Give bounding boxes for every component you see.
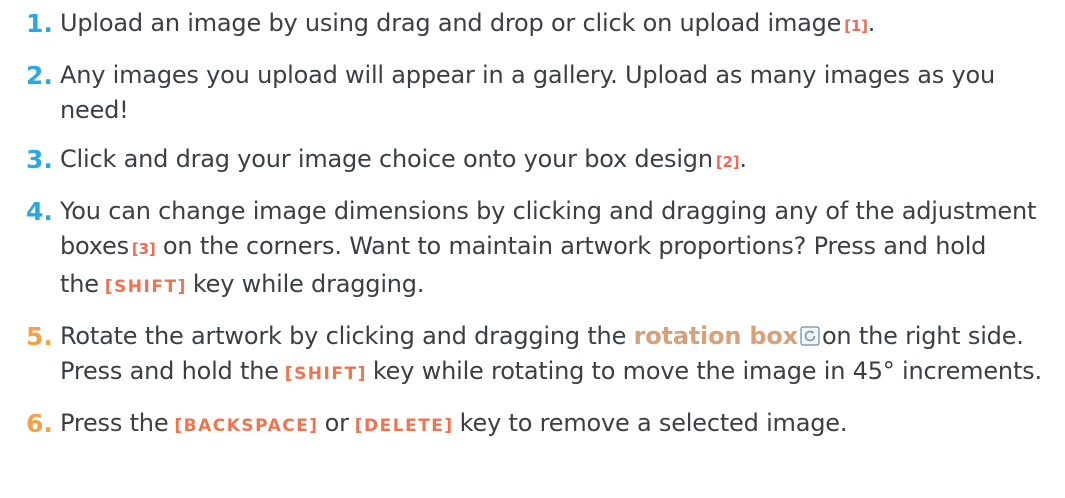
list-item: 1. Upload an image by using drag and dro… bbox=[26, 6, 1056, 44]
step-number: 6. bbox=[26, 409, 53, 438]
reference-marker: [1] bbox=[844, 17, 868, 35]
instructions-list: 1. Upload an image by using drag and dro… bbox=[0, 0, 1056, 444]
step-text-part: key while dragging. bbox=[192, 270, 425, 298]
rotation-box-label: rotation box bbox=[633, 322, 799, 350]
list-item: 2. Any images you upload will appear in … bbox=[26, 58, 1056, 128]
step-text-part: key while rotating to move the image in … bbox=[372, 357, 1042, 385]
step-text: Click and drag your image choice onto yo… bbox=[60, 142, 1056, 180]
step-text-part: Any images you upload will appear in a g… bbox=[60, 61, 995, 124]
step-text: Rotate the artwork by clicking and dragg… bbox=[60, 319, 1056, 392]
step-number: 4. bbox=[26, 197, 53, 226]
delete-key-label: [DELETE] bbox=[354, 416, 454, 436]
step-number: 1. bbox=[26, 9, 53, 38]
step-number: 3. bbox=[26, 145, 53, 174]
step-number: 5. bbox=[26, 322, 53, 351]
backspace-key-label: [BACKSPACE] bbox=[174, 416, 319, 436]
step-text-part: Rotate the artwork by clicking and dragg… bbox=[60, 322, 627, 350]
step-text-part: Upload an image by using drag and drop o… bbox=[60, 9, 842, 37]
step-text-part: . bbox=[867, 9, 876, 37]
step-text-part: Click and drag your image choice onto yo… bbox=[60, 145, 713, 173]
step-text-part: or bbox=[324, 409, 349, 437]
step-text-part: Press the bbox=[60, 409, 169, 437]
list-item: 4. You can change image dimensions by cl… bbox=[26, 194, 1056, 305]
step-text: You can change image dimensions by click… bbox=[60, 194, 1056, 305]
step-number: 2. bbox=[26, 61, 53, 90]
reference-marker: [2] bbox=[715, 153, 740, 171]
step-text: Press the [BACKSPACE] or [DELETE] key to rem… bbox=[60, 406, 1056, 444]
list-item: 5. Rotate the artwork by clicking and dr… bbox=[26, 319, 1056, 392]
reference-marker: [3] bbox=[131, 240, 156, 258]
shift-key-label: [SHIFT] bbox=[104, 277, 187, 297]
step-text: Upload an image by using drag and drop o… bbox=[60, 6, 1056, 44]
step-text: Any images you upload will appear in a g… bbox=[60, 58, 1056, 128]
rotate-icon bbox=[800, 321, 820, 346]
shift-key-label: [SHIFT] bbox=[284, 364, 367, 384]
step-text-part: . bbox=[739, 145, 747, 173]
step-text-part: key to remove a selected image. bbox=[459, 409, 848, 437]
list-item: 6. Press the [BACKSPACE] or [DELETE] key to … bbox=[26, 406, 1056, 444]
list-item: 3. Click and drag your image choice onto… bbox=[26, 142, 1056, 180]
